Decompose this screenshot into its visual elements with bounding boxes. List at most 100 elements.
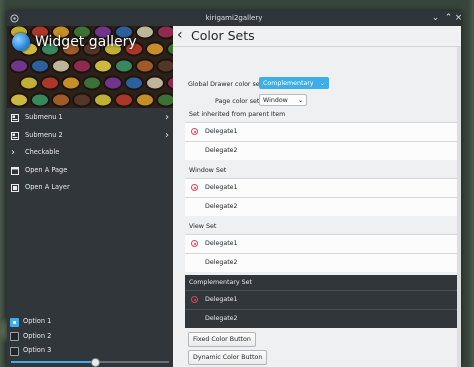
drawer-item-submenu-1[interactable]: Submenu 1 › <box>7 109 173 127</box>
dynamic-color-button[interactable]: Dynamic Color Button <box>188 350 268 365</box>
drawer-item-label: Open A Layer <box>25 183 70 191</box>
paint-well <box>156 58 173 74</box>
paint-well <box>145 41 165 57</box>
page-title: Color Sets <box>191 28 255 43</box>
window-title: kirigami2gallery <box>205 14 263 22</box>
combo-value: Window <box>263 97 288 104</box>
checkbox-checked-icon <box>10 317 19 327</box>
list-item-label: Delegate1 <box>205 184 238 191</box>
option-3-checkbox[interactable]: Option 3 <box>7 343 173 358</box>
list-item-delegate1[interactable]: Delegate1 <box>185 290 457 309</box>
page-icon <box>11 166 19 175</box>
list-item-label: Delegate2 <box>205 315 238 322</box>
paint-well <box>61 75 81 91</box>
radio-checked-icon <box>191 240 198 247</box>
submenu-icon <box>11 114 19 122</box>
drawer-slider[interactable] <box>11 358 169 367</box>
slider-fill <box>11 361 95 363</box>
chevron-right-icon: › <box>11 147 15 158</box>
drawer-title: Widget gallery <box>35 34 137 50</box>
close-icon[interactable]: × <box>453 13 461 24</box>
paint-well <box>145 75 165 91</box>
drawer-item-label: Checkable <box>25 148 60 156</box>
paint-well <box>72 92 92 108</box>
paint-well <box>82 75 102 91</box>
list-item-delegate1[interactable]: Delegate1 <box>185 178 457 197</box>
paint-well <box>9 92 29 108</box>
section-header: Complementary Set <box>185 275 457 290</box>
section-window: Window Set Delegate1 Delegate2 <box>185 163 457 216</box>
drawer-item-open-page[interactable]: Open A Page <box>7 162 173 180</box>
drawer-options: Option 1 Option 2 Option 3 <box>7 314 173 358</box>
combo-value: Complementary <box>263 80 314 87</box>
page-header: ‹ Color Sets <box>173 26 461 47</box>
list-item-delegate1[interactable]: Delegate1 <box>185 122 457 141</box>
option-1-checkbox[interactable]: Option 1 <box>7 314 173 329</box>
chevron-down-icon: ⌄ <box>319 80 325 87</box>
option-2-checkbox[interactable]: Option 2 <box>7 329 173 344</box>
paint-well <box>9 58 29 74</box>
paint-well <box>156 26 173 40</box>
paint-well <box>19 75 39 91</box>
drawer-banner: Widget gallery <box>7 26 173 108</box>
list-item-delegate2[interactable]: Delegate2 <box>185 197 457 216</box>
paint-well <box>103 75 123 91</box>
chevron-right-icon: › <box>165 112 169 123</box>
paint-well <box>114 92 134 108</box>
section-view: View Set Delegate1 Delegate2 <box>185 219 457 272</box>
minimize-icon[interactable]: ⌄ <box>430 13 441 24</box>
drawer-item-submenu-2[interactable]: Submenu 2 › <box>7 127 173 145</box>
paint-well <box>51 92 71 108</box>
back-arrow-icon[interactable]: ‹ <box>177 27 183 43</box>
paint-well <box>40 75 60 91</box>
paint-well <box>30 58 50 74</box>
list-item-delegate2[interactable]: Delegate2 <box>185 309 457 328</box>
paint-well <box>72 58 92 74</box>
app-logo-icon <box>12 33 30 51</box>
layer-icon <box>11 184 19 192</box>
checkbox-icon <box>10 332 19 341</box>
option-label: Option 2 <box>23 331 52 340</box>
app-window: kirigami2gallery ⌄ ⌃ × Widget gallery Su… <box>7 11 461 367</box>
window-titlebar[interactable]: kirigami2gallery ⌄ ⌃ × <box>7 11 461 26</box>
global-drawer: Widget gallery Submenu 1 › Submenu 2 › ›… <box>7 26 173 367</box>
drawer-item-open-layer[interactable]: Open A Layer <box>7 179 173 197</box>
chevron-down-icon: ⌄ <box>297 97 303 104</box>
list-item-delegate1[interactable]: Delegate1 <box>185 234 457 253</box>
global-drawer-colorset-label: Global Drawer color set: <box>188 81 265 88</box>
paint-well <box>51 58 71 74</box>
drawer-item-checkable[interactable]: › Checkable <box>7 144 173 162</box>
paint-well <box>135 92 155 108</box>
paint-well <box>93 58 113 74</box>
list-item-label: Delegate1 <box>205 240 238 247</box>
page-scrollbar[interactable] <box>457 47 461 367</box>
section-header: Window Set <box>189 167 227 174</box>
section-complementary: Complementary Set Delegate1 Delegate2 <box>185 275 457 328</box>
section-header: Set inherited from parent Item <box>189 111 286 118</box>
option-label: Option 1 <box>23 317 52 325</box>
global-drawer-colorset-combo[interactable]: Complementary ⌄ <box>259 77 329 89</box>
paint-well <box>124 75 144 91</box>
list-item-delegate2[interactable]: Delegate2 <box>185 253 457 272</box>
slider-handle[interactable] <box>90 358 100 367</box>
drawer-item-label: Open A Page <box>25 165 68 174</box>
radio-checked-icon <box>191 128 198 135</box>
list-item-label: Delegate2 <box>205 203 238 210</box>
list-item-label: Delegate2 <box>205 147 238 154</box>
checkbox-icon <box>10 346 19 356</box>
option-label: Option 3 <box>23 346 52 354</box>
radio-checked-icon <box>191 184 198 191</box>
list-item-label: Delegate1 <box>205 128 238 135</box>
section-inherited: Set inherited from parent Item Delegate1… <box>185 107 457 160</box>
page-colorset-combo[interactable]: Window ⌄ <box>259 94 307 106</box>
chevron-right-icon: › <box>165 129 169 141</box>
list-item-label: Delegate1 <box>205 296 238 303</box>
fixed-color-button[interactable]: Fixed Color Button <box>188 332 256 347</box>
list-item-delegate2[interactable]: Delegate2 <box>185 141 457 160</box>
color-sets-page: ‹ Color Sets Global Drawer color set: Co… <box>173 26 461 367</box>
page-colorset-label: Page color set: <box>215 98 262 105</box>
radio-checked-icon <box>191 296 198 303</box>
paint-well <box>156 92 173 108</box>
section-header: View Set <box>189 223 217 230</box>
drawer-item-label: Submenu 1 <box>25 113 63 121</box>
